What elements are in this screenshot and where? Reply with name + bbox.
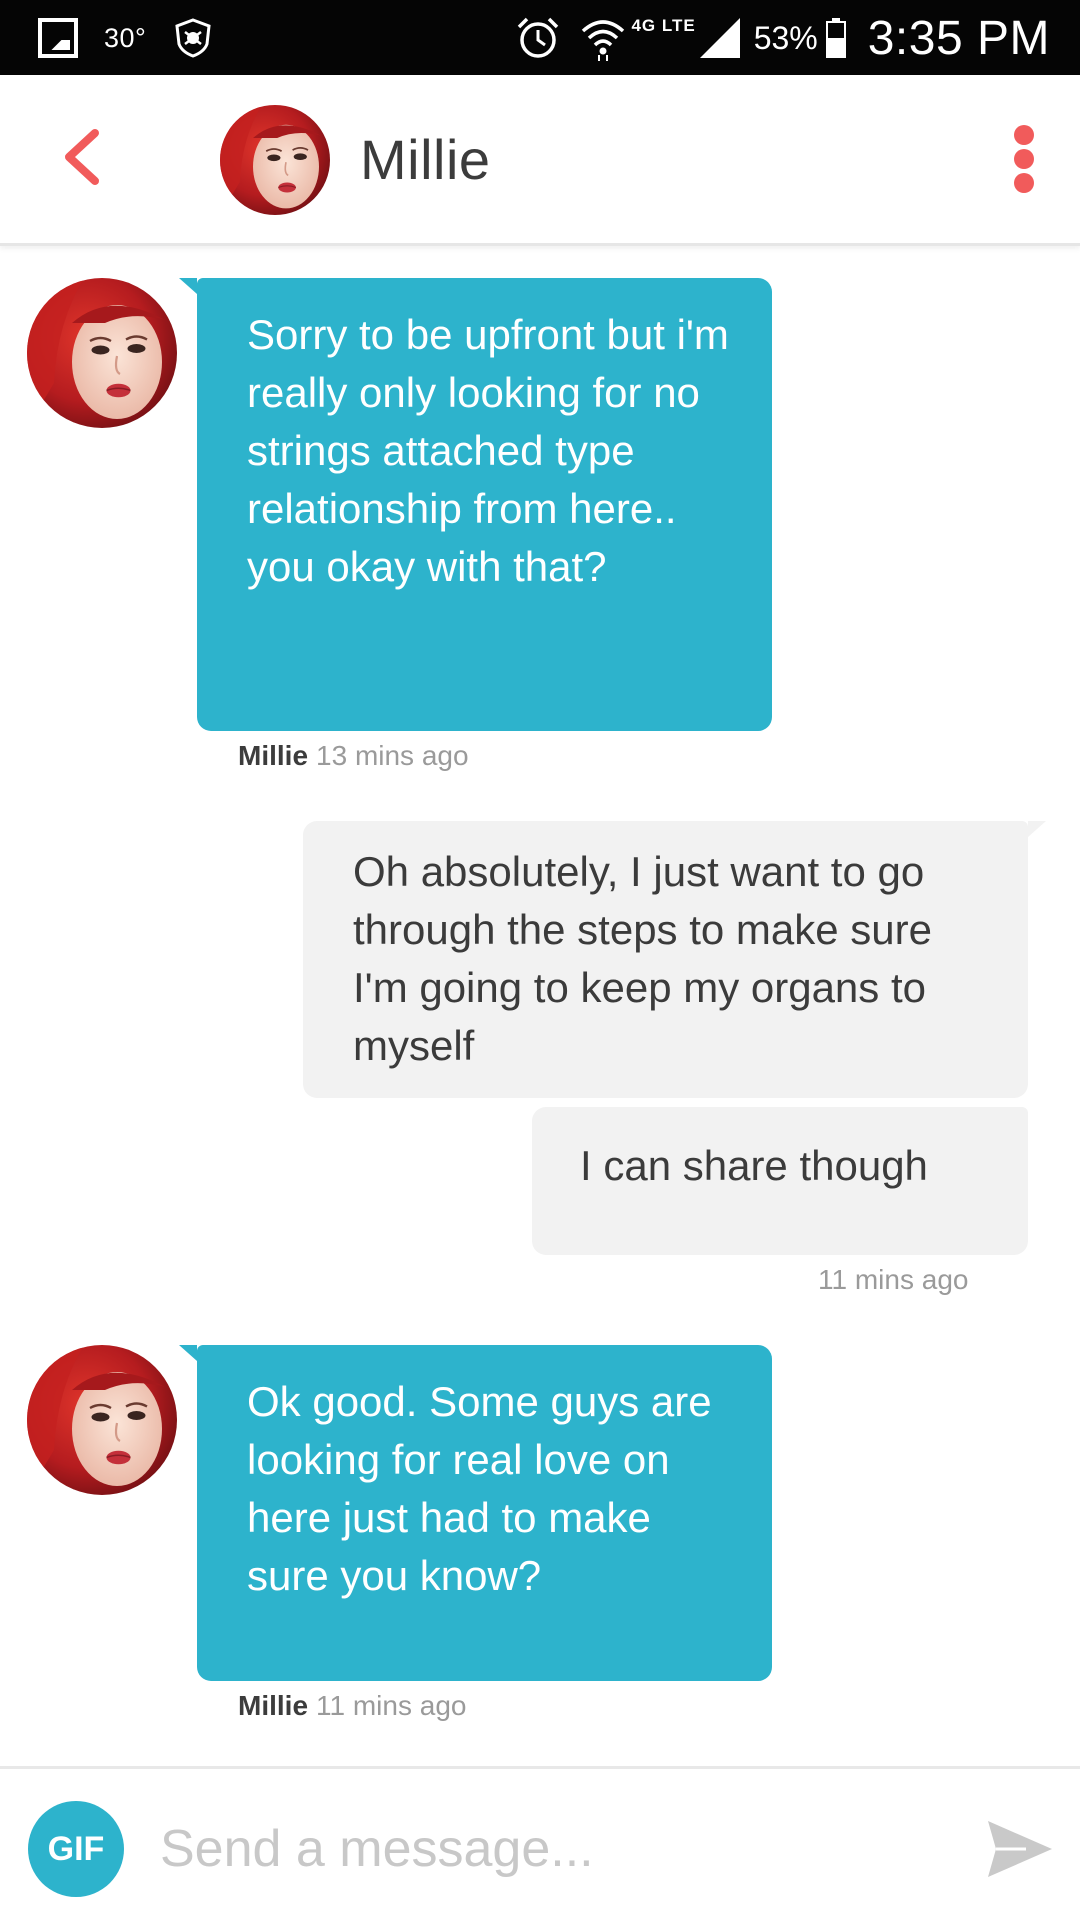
gif-button[interactable]: GIF bbox=[28, 1801, 124, 1897]
battery-icon bbox=[825, 18, 846, 58]
menu-dot bbox=[1014, 149, 1034, 169]
more-vertical-icon[interactable] bbox=[1004, 123, 1044, 195]
message-meta: 11 mins ago bbox=[818, 1264, 968, 1296]
message-time: 13 mins ago bbox=[316, 740, 469, 771]
chat-header: Millie bbox=[0, 75, 1080, 246]
status-bar: 30° 4G LTE 53% 3:35 PM bbox=[0, 0, 1080, 75]
message-text: Ok good. Some guys are looking for real … bbox=[247, 1378, 712, 1599]
status-left: 30° bbox=[38, 12, 212, 64]
chevron-left-icon[interactable] bbox=[55, 125, 115, 189]
signal-strength-icon bbox=[699, 18, 740, 58]
gallery-notification-icon bbox=[38, 18, 78, 58]
avatar[interactable] bbox=[220, 105, 330, 215]
sender-name: Millie bbox=[238, 740, 309, 771]
shield-icon bbox=[175, 18, 211, 58]
message-text: Oh absolutely, I just want to go through… bbox=[353, 848, 932, 1069]
message-time: 11 mins ago bbox=[316, 1690, 467, 1721]
message-bubble-outgoing[interactable]: I can share though bbox=[532, 1107, 1028, 1255]
avatar[interactable] bbox=[27, 1345, 177, 1495]
message-meta: Millie 13 mins ago bbox=[238, 740, 469, 772]
message-meta: Millie 11 mins ago bbox=[238, 1690, 466, 1722]
send-icon[interactable] bbox=[982, 1811, 1058, 1887]
battery-percent: 53% bbox=[753, 19, 818, 56]
avatar[interactable] bbox=[27, 278, 177, 428]
message-composer: GIF bbox=[0, 1766, 1080, 1923]
message-bubble-outgoing[interactable]: Oh absolutely, I just want to go through… bbox=[303, 821, 1046, 1098]
contact-name[interactable]: Millie bbox=[360, 127, 491, 192]
message-input[interactable] bbox=[160, 1809, 940, 1889]
message-bubble-incoming[interactable]: Sorry to be upfront but i'm really only … bbox=[179, 278, 772, 731]
message-text: I can share though bbox=[580, 1142, 928, 1189]
sender-name: Millie bbox=[238, 1690, 309, 1721]
clock: 3:35 PM bbox=[867, 11, 1050, 65]
message-bubble-incoming[interactable]: Ok good. Some guys are looking for real … bbox=[179, 1345, 772, 1681]
menu-dot bbox=[1014, 125, 1034, 145]
message-time: 11 mins ago bbox=[818, 1264, 969, 1295]
status-right: 4G LTE 53% 3:35 PM bbox=[515, 6, 1050, 70]
temperature-label: 30° bbox=[104, 22, 147, 53]
network-type-label: 4G LTE bbox=[631, 16, 696, 35]
message-text: Sorry to be upfront but i'm really only … bbox=[247, 311, 729, 590]
menu-dot bbox=[1014, 173, 1034, 193]
wifi-icon bbox=[582, 20, 625, 61]
alarm-icon bbox=[518, 17, 559, 58]
